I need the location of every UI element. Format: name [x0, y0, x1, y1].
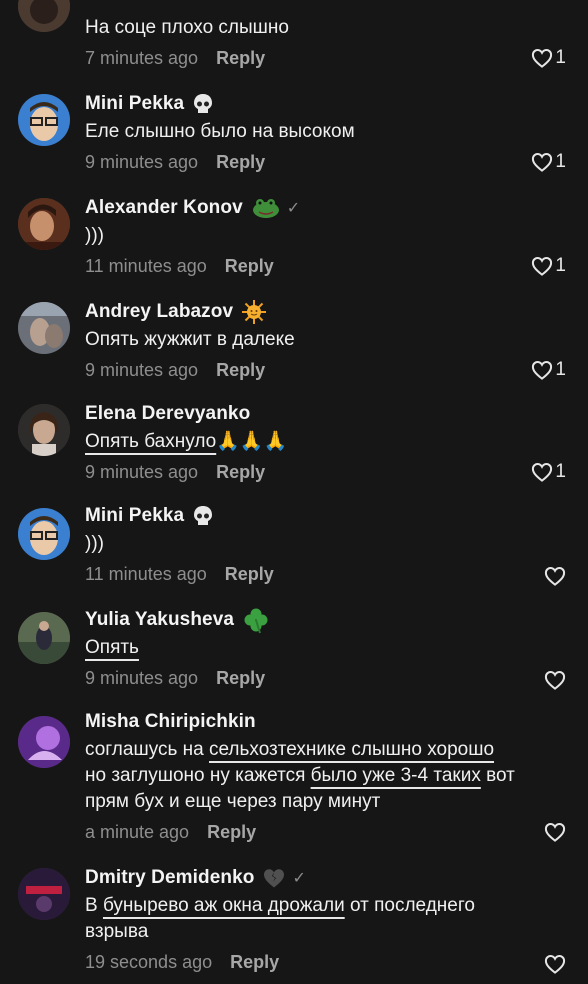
comment-text: В бунырево аж окна дрожали от последнего… — [85, 895, 475, 942]
like-count: 1 — [555, 461, 566, 482]
avatar[interactable] — [18, 612, 70, 664]
comment-author[interactable]: Mini Pekka — [85, 505, 184, 527]
like-button[interactable] — [544, 566, 566, 586]
comment-text: ))) — [85, 225, 104, 246]
sun-emoji-icon — [241, 299, 267, 325]
like-button[interactable]: 1 — [531, 151, 566, 173]
heart-icon — [544, 822, 566, 842]
heart-icon — [544, 670, 566, 690]
reply-button[interactable]: Reply — [216, 152, 265, 173]
comment-time: a minute ago — [85, 821, 190, 842]
heart-icon — [532, 462, 553, 482]
heart-icon — [532, 152, 553, 172]
avatar[interactable] — [18, 716, 70, 768]
comment-author[interactable]: Andrey Labazov — [85, 301, 233, 323]
comment-time: 9 minutes ago — [85, 151, 199, 172]
reply-button[interactable]: Reply — [230, 952, 279, 973]
comment-text: Опять бахнуло🙏🙏🙏 — [85, 431, 288, 452]
avatar[interactable] — [18, 404, 70, 456]
like-button[interactable]: 1 — [531, 47, 566, 69]
comment-author[interactable]: Yulia Yakusheva — [85, 609, 234, 631]
comment-time: 7 minutes ago — [85, 47, 199, 68]
comment-time: 19 seconds ago — [85, 951, 213, 972]
verified-check-icon: ✓ — [286, 200, 301, 217]
skull-emoji-icon — [192, 93, 214, 115]
like-button[interactable] — [544, 822, 566, 842]
avatar[interactable] — [18, 508, 70, 560]
reply-button[interactable]: Reply — [216, 48, 265, 69]
avatar[interactable] — [18, 0, 70, 32]
broken-heart-emoji-icon — [262, 867, 286, 889]
avatar[interactable] — [18, 94, 70, 146]
like-button[interactable] — [544, 670, 566, 690]
comment-time: 11 minutes ago — [85, 255, 207, 276]
comment-time: 9 minutes ago — [85, 359, 199, 380]
comment-author[interactable]: Alexander Konov — [85, 197, 243, 219]
reply-button[interactable]: Reply — [216, 360, 265, 381]
comment-text: На соце плохо слышно — [85, 17, 289, 38]
avatar[interactable] — [18, 868, 70, 920]
frog-emoji-icon — [251, 197, 281, 219]
skull-emoji-icon — [192, 505, 214, 527]
comment-author[interactable]: Misha Chiripichkin — [85, 711, 256, 733]
heart-icon — [544, 566, 566, 586]
heart-icon — [532, 256, 553, 276]
verified-check-icon: ✓ — [292, 870, 306, 887]
comment-text: Опять — [85, 637, 139, 658]
reply-button[interactable]: Reply — [207, 822, 256, 843]
like-count: 1 — [555, 359, 566, 380]
reply-button[interactable]: Reply — [216, 668, 265, 689]
comment-author[interactable]: Mini Pekka — [85, 93, 184, 115]
folded-hands-emoji-icon: 🙏🙏🙏 — [216, 431, 288, 452]
like-button[interactable]: 1 — [531, 255, 566, 277]
comment-author[interactable]: Dmitry Demidenko — [85, 867, 254, 889]
avatar[interactable] — [18, 302, 70, 354]
reply-button[interactable]: Reply — [225, 256, 274, 277]
like-button[interactable]: 1 — [531, 461, 566, 483]
comment-time: 9 minutes ago — [85, 461, 199, 482]
like-count: 1 — [555, 47, 566, 68]
like-button[interactable]: 1 — [531, 359, 566, 381]
clover-emoji-icon — [242, 606, 270, 634]
comment-text: Еле слышно было на высоком — [85, 121, 355, 142]
like-count: 1 — [555, 151, 566, 172]
comment-text: Опять жужжит в далеке — [85, 329, 295, 350]
like-count: 1 — [555, 255, 566, 276]
comment-author[interactable]: Elena Derevyanko — [85, 403, 250, 425]
comment-time: 11 minutes ago — [85, 563, 207, 584]
heart-icon — [544, 954, 566, 974]
avatar[interactable] — [18, 198, 70, 250]
reply-button[interactable]: Reply — [225, 564, 274, 585]
like-button[interactable] — [544, 954, 566, 974]
heart-icon — [532, 48, 553, 68]
comment-time: 9 minutes ago — [85, 667, 199, 688]
heart-icon — [532, 360, 553, 380]
reply-button[interactable]: Reply — [216, 462, 265, 483]
comment-text: соглашусь на сельхозтехнике слышно хорош… — [85, 739, 515, 812]
comment-text: ))) — [85, 533, 104, 554]
